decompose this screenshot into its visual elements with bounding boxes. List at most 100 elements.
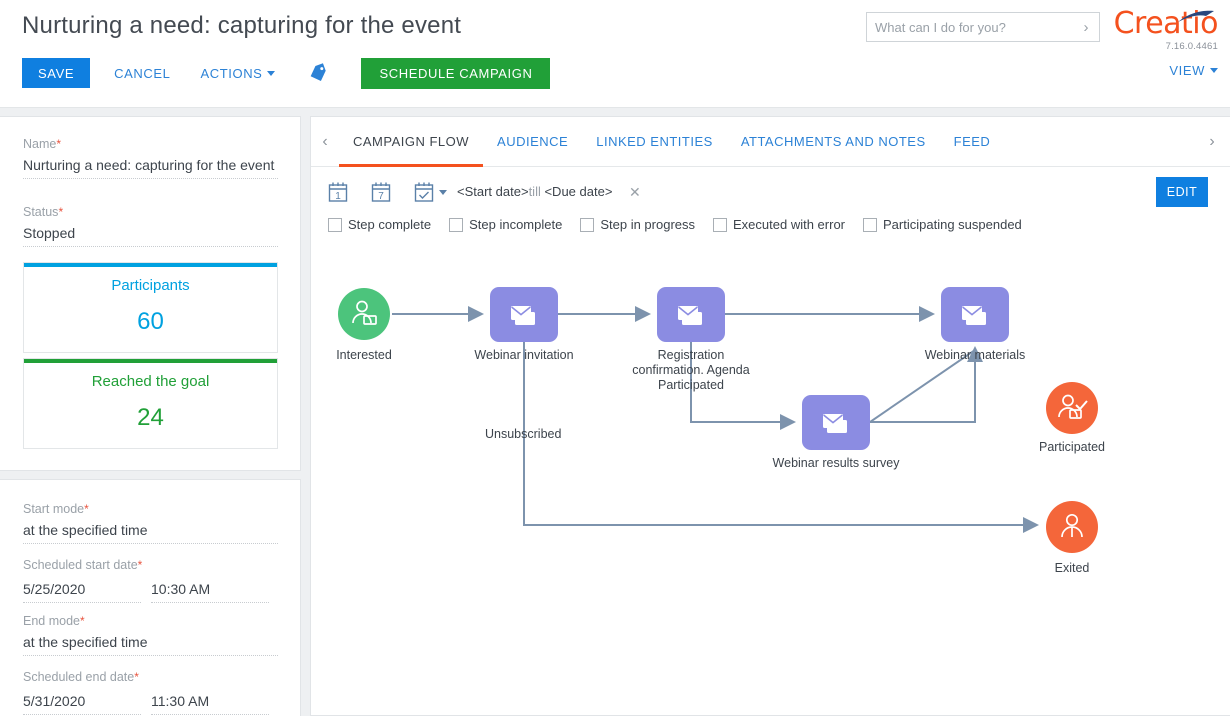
start-mode-field[interactable]: Start mode* at the specified time	[23, 502, 278, 544]
participant-check-icon	[1058, 394, 1088, 419]
tab-bar: ‹ CAMPAIGN FLOW AUDIENCE LINKED ENTITIES AT…	[311, 117, 1230, 167]
brand-version: 7.16.0.4461	[1165, 41, 1218, 52]
filter-step-in-progress[interactable]: Step in progress	[580, 217, 695, 232]
scheduled-end-date[interactable]: 5/31/2020	[23, 691, 141, 715]
filter-executed-with-error[interactable]: Executed with error	[713, 217, 845, 232]
svg-text:1: 1	[335, 191, 341, 202]
flow-node-participated[interactable]: Participated	[1039, 382, 1105, 454]
flow-node-shape[interactable]	[1046, 501, 1098, 553]
checkbox-icon[interactable]	[713, 217, 728, 232]
flow-node-interested[interactable]: Interested	[336, 288, 392, 362]
scheduled-start-label: Scheduled start date*	[23, 558, 143, 572]
audience-icon	[352, 300, 377, 325]
tab-feed[interactable]: FEED	[940, 117, 1005, 167]
flow-node-shape[interactable]	[941, 287, 1009, 342]
scheduled-start-time[interactable]: 10:30 AM	[151, 579, 269, 603]
actions-menu-button[interactable]: ACTIONS	[194, 58, 281, 88]
filter-label: Step incomplete	[469, 217, 563, 232]
search-input[interactable]	[867, 13, 1073, 41]
checkbox-icon[interactable]	[580, 217, 595, 232]
tab-campaign-flow[interactable]: CAMPAIGN FLOW	[339, 117, 484, 167]
calendar-day-icon[interactable]: 1	[328, 181, 348, 203]
flow-node-exited[interactable]: Exited	[1046, 501, 1098, 575]
calendar-dropdown-icon[interactable]	[439, 190, 447, 195]
kpi-reached-the-goal[interactable]: Reached the goal 24	[23, 358, 278, 449]
tab-linked-entities[interactable]: LINKED ENTITIES	[582, 117, 727, 167]
end-mode-label: End mode*	[23, 614, 85, 628]
clear-date-range-icon[interactable]: ✕	[629, 184, 641, 201]
flow-node-shape[interactable]	[490, 287, 558, 342]
chevron-down-icon	[1210, 68, 1218, 73]
campaign-info-card: Name* Nurturing a need: capturing for th…	[0, 116, 301, 471]
status-label: Status*	[23, 205, 64, 219]
search-box[interactable]: ›	[866, 12, 1100, 42]
scheduled-end-row: 5/31/2020 11:30 AM	[23, 691, 278, 715]
checkbox-icon[interactable]	[863, 217, 878, 232]
edit-button[interactable]: EDIT	[1156, 177, 1208, 207]
tab-next-icon[interactable]: ›	[1198, 133, 1226, 151]
swoosh-icon	[1178, 10, 1214, 22]
actions-label: ACTIONS	[200, 65, 263, 81]
flow-node-webinar-results-survey[interactable]: Webinar results survey	[773, 395, 899, 470]
scheduled-end-label-wrap: Scheduled end date*	[23, 670, 278, 684]
filter-label: Executed with error	[733, 217, 846, 232]
search-submit-icon[interactable]: ›	[1073, 19, 1099, 36]
flow-node-shape[interactable]	[338, 288, 390, 340]
name-value[interactable]: Nurturing a need: capturing for the even…	[23, 155, 278, 179]
calendar-week-icon[interactable]: 7	[371, 181, 391, 203]
filter-participating-suspended[interactable]: Participating suspended	[863, 217, 1022, 232]
filter-step-complete[interactable]: Step complete	[328, 217, 431, 232]
checkbox-icon[interactable]	[449, 217, 464, 232]
action-button-row: SAVE CANCEL ACTIONS SCHEDULE CAMPAIGN	[22, 57, 551, 89]
tab-prev-icon[interactable]: ‹	[311, 133, 339, 151]
flow-node-webinar-materials[interactable]: Webinar materials	[925, 287, 1025, 362]
view-menu-button[interactable]: VIEW	[1169, 63, 1218, 78]
brand-logo: Creatio 7.16.0.4461	[1106, 8, 1219, 53]
kpi-title: Participants	[111, 277, 190, 294]
schedule-campaign-button[interactable]: SCHEDULE CAMPAIGN	[361, 57, 551, 89]
page-title: Nurturing a need: capturing for the even…	[22, 12, 462, 39]
range-end: <Due date>	[544, 184, 613, 199]
start-mode-value[interactable]: at the specified time	[23, 520, 278, 544]
status-value[interactable]: Stopped	[23, 223, 278, 247]
date-range-filter[interactable]: <Start date>till <Due date>	[457, 184, 612, 199]
scheduled-start-date[interactable]: 5/25/2020	[23, 579, 141, 603]
name-field[interactable]: Name* Nurturing a need: capturing for th…	[23, 137, 278, 179]
cancel-button[interactable]: CANCEL	[108, 58, 176, 88]
status-field[interactable]: Status* Stopped	[23, 205, 278, 247]
chevron-down-icon	[267, 70, 276, 76]
scheduled-start-label-wrap: Scheduled start date*	[23, 558, 278, 572]
flow-node-webinar-invitation[interactable]: Webinar invitation	[474, 287, 574, 362]
step-filter-checkboxes: Step complete Step incomplete Step in prog…	[328, 217, 1040, 232]
tab-attachments-and-notes[interactable]: ATTACHMENTS AND NOTES	[727, 117, 940, 167]
kpi-accent-bar	[24, 359, 277, 363]
email-icon	[823, 413, 847, 433]
participant-icon	[1061, 513, 1083, 538]
checkbox-icon[interactable]	[328, 217, 342, 232]
tag-icon[interactable]	[307, 62, 329, 84]
filter-label: Step complete	[348, 217, 432, 232]
flow-node-shape[interactable]	[657, 287, 725, 342]
scheduled-start-row: 5/25/2020 10:30 AM	[23, 579, 278, 603]
filter-step-incomplete[interactable]: Step incomplete	[449, 217, 562, 232]
kpi-value: 60	[137, 308, 164, 335]
save-button[interactable]: SAVE	[22, 58, 91, 88]
end-mode-value[interactable]: at the specified time	[23, 632, 278, 656]
email-icon	[678, 305, 702, 325]
kpi-participants[interactable]: Participants 60	[23, 262, 278, 353]
email-icon	[962, 305, 986, 325]
end-mode-field[interactable]: End mode* at the specified time	[23, 614, 278, 656]
range-start: <Start date>	[457, 184, 529, 199]
tab-audience[interactable]: AUDIENCE	[483, 117, 582, 167]
calendar-check-icon[interactable]	[414, 181, 434, 203]
flow-node-shape[interactable]	[1046, 382, 1098, 434]
scheduled-end-time[interactable]: 11:30 AM	[151, 691, 269, 715]
view-label: VIEW	[1169, 63, 1205, 78]
kpi-accent-bar	[24, 263, 277, 267]
kpi-title: Reached the goal	[91, 373, 210, 390]
start-mode-label: Start mode*	[23, 502, 89, 516]
flow-node-registration-confirmation[interactable]: Registration confirmation. Agenda Partic…	[632, 287, 750, 392]
flow-node-shape[interactable]	[802, 395, 870, 450]
svg-text:7: 7	[378, 191, 384, 202]
kpi-value: 24	[137, 404, 164, 431]
